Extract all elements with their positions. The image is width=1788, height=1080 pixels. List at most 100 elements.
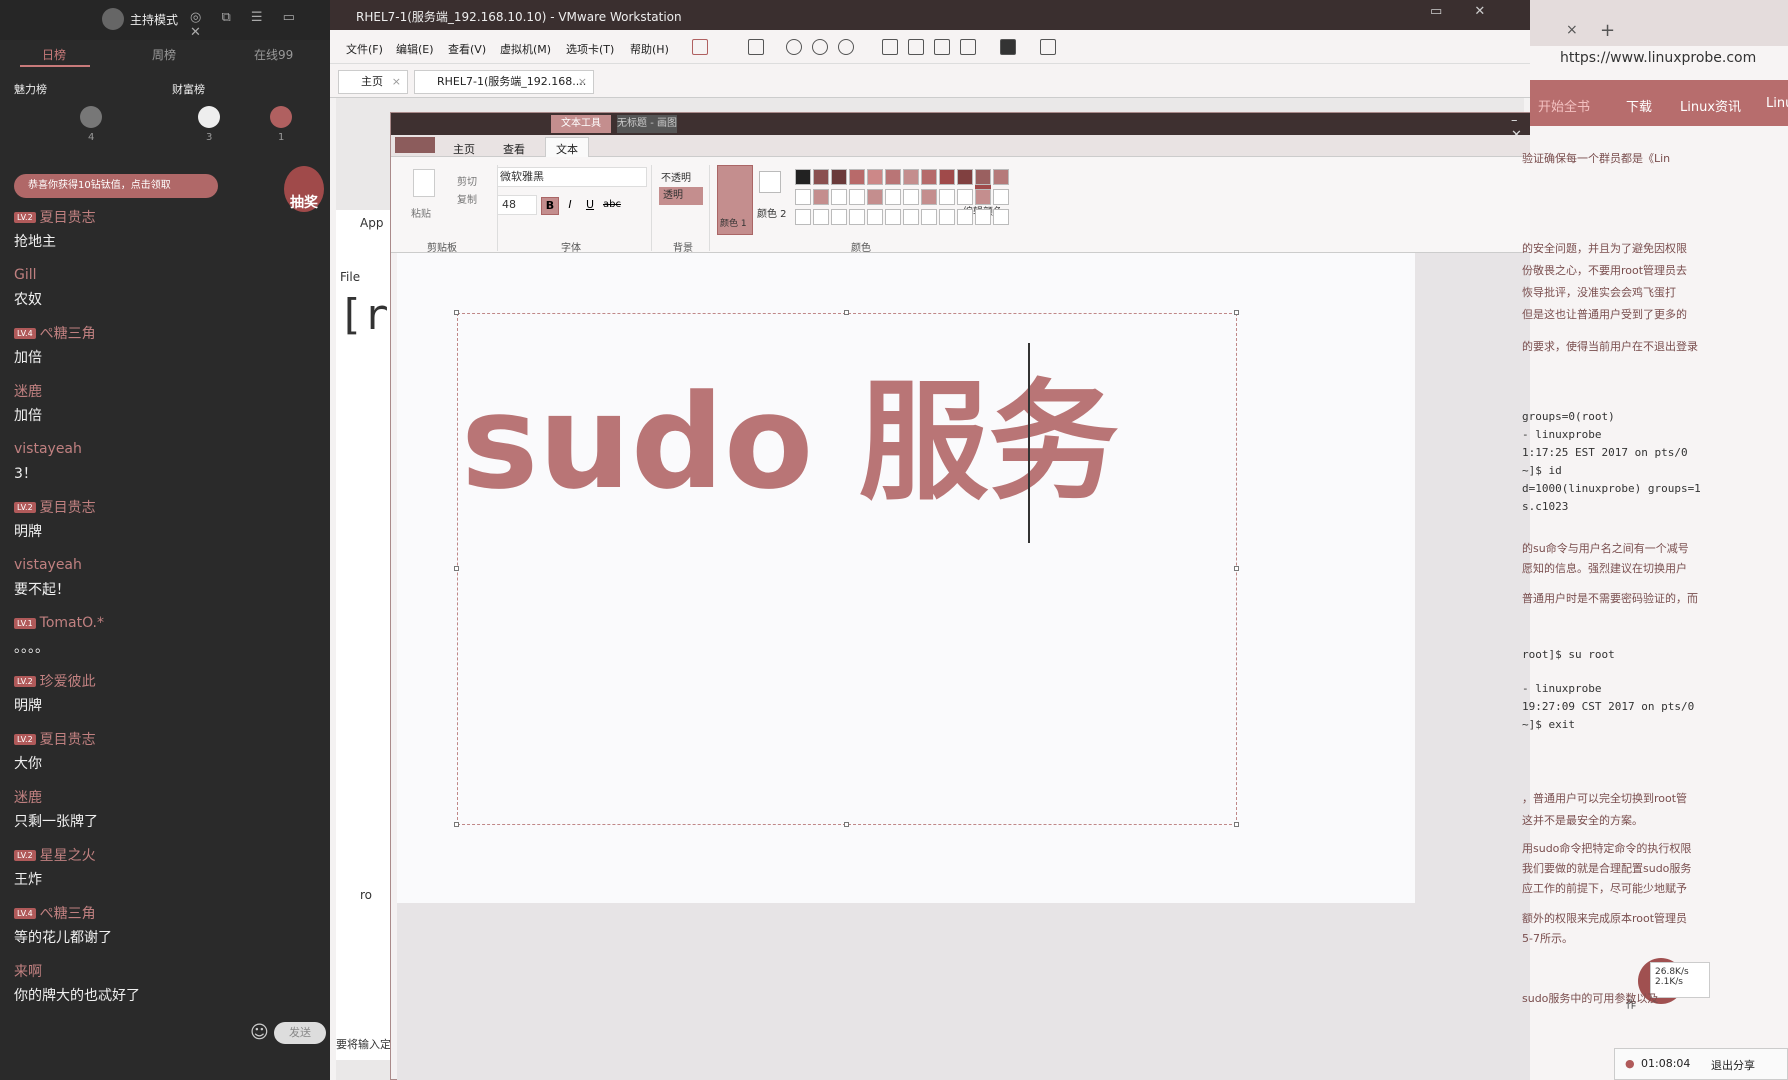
rank-avatar[interactable] bbox=[198, 106, 220, 128]
sidebar-view-icon[interactable] bbox=[882, 39, 898, 55]
emoji-icon[interactable]: ☺ bbox=[250, 1022, 269, 1043]
copy-button[interactable]: 复制 bbox=[457, 191, 477, 206]
vmware-window-controls[interactable]: ▭ ✕ bbox=[1430, 4, 1499, 19]
color-swatch[interactable] bbox=[831, 209, 847, 225]
color2-label[interactable]: 颜色 2 bbox=[757, 205, 787, 220]
file-menu-button[interactable] bbox=[395, 137, 435, 153]
chat-username[interactable]: LV.2 珍爱彼此 bbox=[14, 672, 314, 690]
color-swatch[interactable] bbox=[867, 169, 883, 185]
color2-swatch[interactable] bbox=[759, 171, 781, 193]
tab-weekly[interactable]: 周榜 bbox=[152, 46, 176, 63]
menu-edit[interactable]: 编辑(E) bbox=[396, 41, 434, 57]
canvas-text[interactable]: sudo 服务 bbox=[461, 377, 1119, 507]
resize-handle[interactable] bbox=[454, 822, 459, 827]
chat-username[interactable]: LV.2 夏目贵志 bbox=[14, 498, 314, 516]
menu-tabs[interactable]: 选项卡(T) bbox=[566, 41, 614, 57]
menu-file[interactable]: 文件(F) bbox=[346, 41, 383, 57]
color1-button[interactable]: 颜色 1 bbox=[717, 165, 753, 235]
chat-username[interactable]: Gill bbox=[14, 266, 314, 284]
menu-view[interactable]: 查看(V) bbox=[448, 41, 486, 57]
color-swatch[interactable] bbox=[795, 189, 811, 205]
new-tab-icon[interactable]: + bbox=[1600, 20, 1615, 41]
color-swatch[interactable] bbox=[993, 189, 1009, 205]
chat-username[interactable]: LV.2 星星之火 bbox=[14, 846, 314, 864]
transparent-option[interactable]: 透明 bbox=[659, 187, 703, 205]
exit-share-button[interactable]: 退出分享 bbox=[1711, 1057, 1755, 1073]
unity-icon[interactable] bbox=[960, 39, 976, 55]
chat-username[interactable]: vistayeah bbox=[14, 440, 314, 458]
menu-help[interactable]: 帮助(H) bbox=[630, 41, 669, 57]
resize-handle[interactable] bbox=[1234, 566, 1239, 571]
italic-button[interactable]: I bbox=[561, 197, 579, 215]
snapshot-manager-icon[interactable] bbox=[838, 39, 854, 55]
color-swatch[interactable] bbox=[849, 209, 865, 225]
color-swatch[interactable] bbox=[885, 189, 901, 205]
tab-home[interactable]: 主页 × bbox=[338, 70, 408, 94]
color-swatch[interactable] bbox=[867, 189, 883, 205]
nav-item[interactable]: 下载 bbox=[1626, 96, 1652, 115]
color-swatch[interactable] bbox=[939, 169, 955, 185]
color-swatch[interactable] bbox=[795, 209, 811, 225]
color-swatch[interactable] bbox=[813, 189, 829, 205]
chat-username[interactable]: 迷鹿 bbox=[14, 788, 314, 806]
pause-icon[interactable] bbox=[692, 39, 708, 55]
guest-app-menu[interactable]: App bbox=[360, 216, 383, 230]
menu-vm[interactable]: 虚拟机(M) bbox=[500, 41, 551, 57]
revert-snapshot-icon[interactable] bbox=[812, 39, 828, 55]
color-swatch[interactable] bbox=[903, 209, 919, 225]
rank-avatar[interactable] bbox=[80, 106, 102, 128]
stretch-icon[interactable] bbox=[1040, 39, 1056, 55]
color-swatch[interactable] bbox=[957, 209, 973, 225]
color-swatch[interactable] bbox=[921, 169, 937, 185]
paste-label[interactable]: 粘贴 bbox=[411, 205, 431, 220]
color-swatch[interactable] bbox=[939, 209, 955, 225]
chat-username[interactable]: LV.2 夏目贵志 bbox=[14, 208, 314, 226]
send-button[interactable]: 发送 bbox=[274, 1022, 326, 1044]
font-family-select[interactable]: 微软雅黑 bbox=[497, 167, 647, 187]
color-swatch[interactable] bbox=[903, 189, 919, 205]
color-swatch[interactable] bbox=[993, 209, 1009, 225]
color-swatch[interactable] bbox=[831, 169, 847, 185]
resize-handle[interactable] bbox=[454, 310, 459, 315]
strikethrough-button[interactable]: abc bbox=[601, 197, 623, 215]
color-swatch[interactable] bbox=[849, 169, 865, 185]
chat-username[interactable]: LV.2 夏目贵志 bbox=[14, 730, 314, 748]
tab-vm[interactable]: RHEL7-1(服务端_192.168.... × bbox=[414, 70, 594, 94]
bold-button[interactable]: B bbox=[541, 197, 559, 215]
chat-username[interactable]: LV.4 ぺ糖三角 bbox=[14, 904, 314, 922]
reward-banner[interactable]: 恭喜你获得10钻钛值，点击领取 bbox=[14, 174, 218, 198]
chat-window-controls[interactable]: ◎ ⧉ ☰ ▭ ✕ bbox=[190, 10, 330, 40]
lottery-button[interactable]: 抽奖 bbox=[284, 166, 324, 212]
paste-icon[interactable] bbox=[413, 169, 435, 197]
close-icon[interactable]: × bbox=[1566, 22, 1578, 38]
resize-handle[interactable] bbox=[1234, 310, 1239, 315]
color-swatch[interactable] bbox=[921, 189, 937, 205]
opaque-option[interactable]: 不透明 bbox=[661, 169, 691, 184]
color-swatch[interactable] bbox=[993, 169, 1009, 185]
resize-handle[interactable] bbox=[844, 822, 849, 827]
chat-username[interactable]: 来啊 bbox=[14, 962, 314, 980]
close-icon[interactable]: × bbox=[578, 71, 587, 93]
color-swatch[interactable] bbox=[957, 189, 973, 205]
color-swatch[interactable] bbox=[921, 209, 937, 225]
resize-handle[interactable] bbox=[844, 310, 849, 315]
color-swatch[interactable] bbox=[831, 189, 847, 205]
snapshot-icon[interactable] bbox=[786, 39, 802, 55]
tab-daily[interactable]: 日榜 bbox=[42, 46, 66, 63]
nav-item[interactable]: Linux资讯 bbox=[1680, 96, 1741, 115]
color-swatch[interactable] bbox=[903, 169, 919, 185]
chat-username[interactable]: 迷鹿 bbox=[14, 382, 314, 400]
color-swatch[interactable] bbox=[975, 209, 991, 225]
font-size-select[interactable]: 48 bbox=[497, 195, 537, 215]
nav-item[interactable]: 开始全书 bbox=[1538, 96, 1590, 115]
resize-handle[interactable] bbox=[454, 566, 459, 571]
chat-username[interactable]: LV.1 TomatO.* bbox=[14, 614, 314, 632]
thumbnail-view-icon[interactable] bbox=[908, 39, 924, 55]
rank-avatar[interactable] bbox=[270, 106, 292, 128]
color-swatch[interactable] bbox=[867, 209, 883, 225]
console-icon[interactable] bbox=[1000, 39, 1016, 55]
guest-taskbar-item[interactable]: ro bbox=[360, 888, 372, 902]
color-swatch[interactable] bbox=[939, 189, 955, 205]
host-avatar[interactable] bbox=[102, 8, 124, 30]
fullscreen-icon[interactable] bbox=[934, 39, 950, 55]
